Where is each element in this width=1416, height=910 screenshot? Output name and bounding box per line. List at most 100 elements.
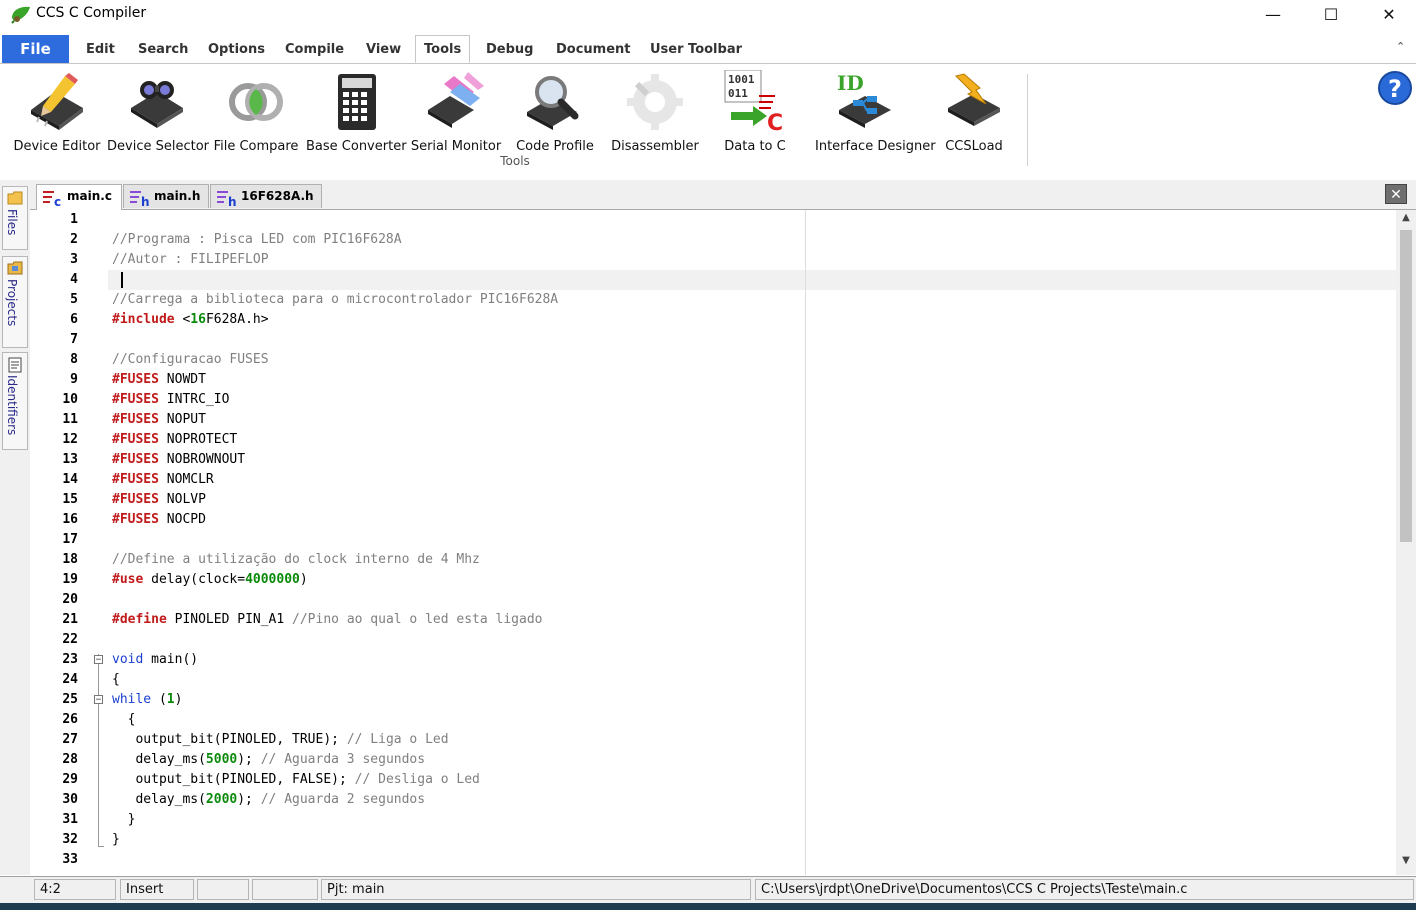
- disassembler-button[interactable]: Disassembler: [605, 70, 705, 160]
- line-number: 25: [62, 692, 78, 707]
- code-token: #FUSES: [112, 392, 159, 407]
- line-number: 20: [62, 592, 78, 607]
- close-window-button[interactable]: ✕: [1360, 0, 1416, 28]
- code-line: #FUSES NOBROWNOUT: [112, 450, 245, 470]
- code-profile-button[interactable]: Code Profile: [505, 70, 605, 160]
- document-tab-bar: c main.c h main.h h 16F628A.h ✕: [30, 180, 1416, 210]
- interface-designer-label: Interface Designer: [815, 139, 936, 154]
- code-token: {: [112, 672, 120, 687]
- code-token: // Desliga o Led: [354, 772, 480, 787]
- device-editor-button[interactable]: Device Editor: [7, 70, 107, 160]
- code-line: output_bit(PINOLED, TRUE); // Liga o Led: [112, 730, 449, 750]
- code-line: }: [112, 830, 120, 850]
- help-button[interactable]: ?: [1377, 70, 1413, 110]
- tab-main-c[interactable]: c main.c: [36, 184, 122, 210]
- code-line: }: [112, 810, 136, 830]
- line-number: 3: [70, 252, 78, 267]
- device-editor-label: Device Editor: [13, 139, 101, 154]
- interface-designer-button[interactable]: ID Interface Designer: [815, 70, 936, 160]
- base-converter-icon: [338, 74, 376, 130]
- svg-text:ID: ID: [837, 71, 864, 95]
- fold-guide: [98, 654, 99, 846]
- code-editor[interactable]: 1 2 3 4 5 6 7 8 9 10 11 12 13 14 15 16 17 18 19 20 21 22 23 24 2…: [30, 210, 1396, 875]
- code-token: 1: [166, 692, 175, 707]
- line-number: 21: [62, 612, 78, 627]
- code-token: 5000: [205, 752, 238, 767]
- line-number: 18: [62, 552, 78, 567]
- c-source-file-icon: c: [43, 191, 61, 207]
- code-line: #FUSES NOCPD: [112, 510, 206, 530]
- line-number: 23: [62, 652, 78, 667]
- interface-designer-icon: ID: [837, 71, 891, 128]
- code-token: 16: [190, 312, 206, 327]
- menu-document[interactable]: Document: [556, 35, 631, 63]
- file-compare-button[interactable]: File Compare: [206, 70, 306, 160]
- data-to-c-button[interactable]: 1001 011 C Data to C: [705, 70, 805, 160]
- scroll-thumb[interactable]: [1400, 230, 1412, 542]
- menu-user-toolbar[interactable]: User Toolbar: [650, 35, 742, 63]
- fold-toggle-icon[interactable]: −: [94, 655, 103, 665]
- svg-text:011: 011: [728, 87, 748, 100]
- side-tab-projects[interactable]: Projects: [2, 256, 28, 348]
- code-line: #FUSES NOPROTECT: [112, 430, 237, 450]
- code-line: //Programa : Pisca LED com PIC16F628A: [112, 230, 402, 250]
- code-line: #FUSES INTRC_IO: [112, 390, 229, 410]
- side-tab-identifiers-label: Identifiers: [5, 375, 19, 436]
- code-token: <: [174, 312, 191, 327]
- side-tab-files[interactable]: Files: [2, 186, 28, 250]
- code-token: 2000: [205, 792, 238, 807]
- line-number: 6: [70, 312, 78, 327]
- side-tab-identifiers[interactable]: Identifiers: [2, 352, 28, 450]
- minimize-button[interactable]: —: [1244, 0, 1302, 28]
- fold-toggle-icon[interactable]: −: [94, 695, 103, 705]
- code-token: #FUSES: [112, 412, 159, 427]
- code-text-area[interactable]: //Programa : Pisca LED com PIC16F628A //A…: [110, 210, 1396, 875]
- menu-file[interactable]: File: [2, 35, 69, 63]
- code-token: }: [112, 812, 136, 827]
- identifiers-icon: [8, 357, 22, 373]
- menu-search[interactable]: Search: [138, 35, 188, 63]
- menu-edit[interactable]: Edit: [86, 35, 115, 63]
- scroll-up-icon[interactable]: ▲: [1396, 212, 1416, 230]
- code-token: ): [174, 692, 183, 707]
- ribbon-group-label: Tools: [500, 154, 530, 168]
- line-number: 28: [62, 752, 78, 767]
- svg-text:c: c: [54, 195, 61, 207]
- collapse-ribbon-icon[interactable]: ⌃: [1396, 40, 1405, 53]
- svg-text:1001: 1001: [728, 73, 755, 86]
- tab-16f628a-h[interactable]: h 16F628A.h: [210, 184, 322, 208]
- code-token: output_bit(PINOLED, FALSE);: [112, 772, 355, 787]
- maximize-button[interactable]: ☐: [1302, 0, 1360, 28]
- file-compare-icon: [229, 83, 283, 121]
- code-line: //Configuracao FUSES: [112, 350, 269, 370]
- serial-monitor-button[interactable]: Serial Monitor: [406, 70, 506, 160]
- project-folder-icon: [7, 261, 23, 275]
- vertical-scrollbar[interactable]: ▲ ▼: [1396, 210, 1416, 875]
- code-line: {: [112, 710, 136, 730]
- menu-tools[interactable]: Tools: [415, 35, 471, 63]
- code-token: // Liga o Led: [346, 732, 449, 747]
- menu-view[interactable]: View: [366, 35, 401, 63]
- code-token: #FUSES: [112, 432, 159, 447]
- menu-debug[interactable]: Debug: [486, 35, 533, 63]
- line-number: 26: [62, 712, 78, 727]
- code-token: NOWDT: [158, 372, 206, 387]
- ccsload-button[interactable]: CCSLoad: [924, 70, 1024, 160]
- code-token: (: [151, 692, 167, 707]
- folder-icon: [7, 191, 23, 205]
- close-document-button[interactable]: ✕: [1385, 184, 1407, 204]
- tab-main-h[interactable]: h main.h: [123, 184, 209, 208]
- base-converter-label: Base Converter: [306, 139, 407, 154]
- code-profile-icon: [527, 76, 579, 130]
- menu-options[interactable]: Options: [208, 35, 265, 63]
- device-selector-button[interactable]: Device Selector: [107, 70, 209, 160]
- code-line: #FUSES NOWDT: [112, 370, 206, 390]
- line-number: 12: [62, 432, 78, 447]
- menu-compile[interactable]: Compile: [285, 35, 344, 63]
- fold-margin[interactable]: − −: [90, 210, 108, 875]
- base-converter-button[interactable]: Base Converter: [306, 70, 407, 160]
- code-line: delay_ms(5000); // Aguarda 3 segundos: [112, 750, 425, 770]
- line-number-gutter: 1 2 3 4 5 6 7 8 9 10 11 12 13 14 15 16 17 18 19 20 21 22 23 24 2…: [30, 210, 90, 875]
- code-token: //Programa : Pisca LED com PIC16F628A: [112, 232, 402, 247]
- scroll-down-icon[interactable]: ▼: [1396, 855, 1416, 873]
